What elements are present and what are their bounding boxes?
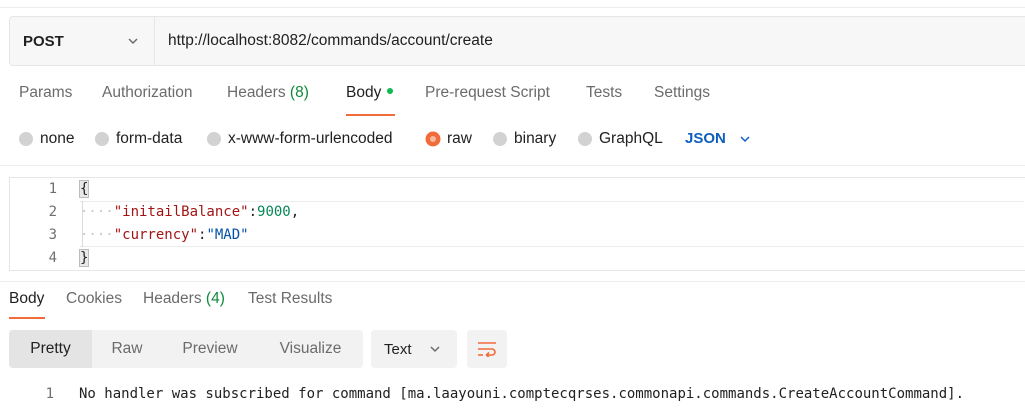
pretty-button[interactable]: Pretty [9, 330, 92, 368]
language-label: JSON [685, 130, 726, 147]
radio-circle [493, 132, 507, 146]
code-text: { [78, 178, 90, 201]
whitespace-dots: ···· [80, 227, 114, 243]
active-tab-underline [346, 114, 395, 116]
response-format-select[interactable]: Text [371, 330, 457, 368]
wrap-lines-icon [478, 342, 496, 357]
editor-line: 4 } [10, 247, 1024, 270]
json-value: "MAD" [206, 227, 249, 243]
tab-authorization[interactable]: Authorization [102, 84, 192, 116]
top-divider [0, 7, 1025, 8]
radio-circle [207, 132, 221, 146]
tab-settings[interactable]: Settings [654, 84, 710, 116]
editor-line: 1 { [10, 178, 1024, 201]
json-key: "currency" [113, 227, 199, 243]
radio-graphql[interactable]: GraphQL [578, 130, 663, 148]
radio-raw-label: raw [447, 130, 472, 147]
tab-pre-request-label: Pre-request Script [425, 84, 550, 101]
whitespace-dots: ···· [80, 204, 114, 220]
response-tabs: Body Cookies Headers (4) Test Results [0, 290, 1025, 320]
response-text: No handler was subscribed for command [m… [79, 386, 965, 402]
json-comma: , [290, 204, 300, 220]
chevron-down-icon [429, 346, 440, 353]
visualize-button[interactable]: Visualize [258, 330, 363, 368]
tab-pre-request-script[interactable]: Pre-request Script [425, 84, 550, 116]
code-text: ····"initailBalance":9000, [80, 201, 299, 224]
body-type-options: none form-data x-www-form-urlencoded raw… [0, 130, 1025, 154]
raw-button[interactable]: Raw [92, 330, 162, 368]
tab-response-headers[interactable]: Headers (4) [143, 290, 225, 322]
preview-button[interactable]: Preview [162, 330, 258, 368]
tab-headers-label: Headers [227, 84, 286, 101]
tab-settings-label: Settings [654, 84, 711, 101]
request-body-editor[interactable]: 1 { 2 ····"initailBalance":9000, 3 ····"… [9, 177, 1025, 271]
tab-params[interactable]: Params [19, 84, 72, 116]
headers-count-badge: (8) [289, 84, 309, 101]
code-text: ····"currency":"MAD" [80, 224, 249, 247]
code-text: } [78, 247, 90, 270]
tab-test-results-label: Test Results [248, 290, 333, 307]
json-colon: : [248, 204, 258, 220]
radio-circle [95, 132, 109, 146]
tab-cookies[interactable]: Cookies [66, 290, 122, 322]
line-number: 1 [48, 181, 57, 197]
tab-authorization-label: Authorization [102, 84, 193, 101]
response-view-mode: Pretty Raw Preview Visualize [9, 330, 363, 368]
tab-tests[interactable]: Tests [586, 84, 622, 116]
radio-binary[interactable]: binary [493, 130, 556, 148]
radio-form-data-label: form-data [116, 130, 183, 147]
section-divider [0, 281, 1025, 282]
brace-open: { [78, 180, 90, 198]
tab-body[interactable]: Body [346, 84, 395, 116]
language-select[interactable]: JSON [685, 130, 752, 147]
request-url-bar: POST http://localhost:8082/commands/acco… [9, 16, 1025, 66]
radio-graphql-label: GraphQL [599, 130, 663, 147]
json-value: 9000 [257, 204, 291, 220]
tab-response-body-label: Body [9, 290, 45, 307]
tab-response-body[interactable]: Body [9, 290, 45, 322]
line-number: 3 [48, 227, 57, 243]
method-select[interactable]: POST [10, 17, 155, 65]
radio-form-data[interactable]: form-data [95, 130, 182, 148]
response-format-label: Text [384, 340, 412, 358]
tab-body-label: Body [346, 84, 382, 101]
line-number: 4 [48, 250, 57, 266]
chevron-down-icon [128, 38, 138, 45]
chevron-down-icon [740, 135, 750, 142]
json-key: "initailBalance" [113, 204, 249, 220]
radio-none-label: none [40, 130, 75, 147]
response-headers-count-badge: (4) [205, 290, 225, 307]
radio-binary-label: binary [514, 130, 557, 147]
section-divider [0, 165, 1025, 166]
active-tab-underline [9, 317, 45, 319]
radio-none[interactable]: none [19, 130, 74, 148]
method-label: POST [23, 32, 64, 50]
wrap-lines-button[interactable] [467, 330, 507, 368]
radio-circle [578, 132, 592, 146]
line-number: 1 [45, 386, 54, 402]
editor-line: 2 ····"initailBalance":9000, [10, 201, 1024, 224]
radio-urlencoded[interactable]: x-www-form-urlencoded [207, 130, 393, 148]
line-number: 2 [48, 204, 57, 220]
tab-tests-label: Tests [586, 84, 623, 101]
tab-response-headers-label: Headers [143, 290, 202, 307]
brace-close: } [78, 249, 90, 267]
radio-raw[interactable]: raw [426, 130, 472, 148]
radio-urlencoded-label: x-www-form-urlencoded [228, 130, 393, 147]
tab-params-label: Params [19, 84, 73, 101]
radio-circle [19, 132, 33, 146]
tab-test-results[interactable]: Test Results [248, 290, 332, 322]
editor-line: 3 ····"currency":"MAD" [10, 224, 1024, 247]
radio-circle-selected [426, 132, 440, 146]
response-body-line: 1 No handler was subscribed for command … [0, 383, 1025, 405]
tab-headers[interactable]: Headers (8) [227, 84, 309, 116]
tab-cookies-label: Cookies [66, 290, 122, 307]
url-input[interactable]: http://localhost:8082/commands/account/c… [155, 17, 1025, 65]
body-active-dot [387, 87, 394, 94]
